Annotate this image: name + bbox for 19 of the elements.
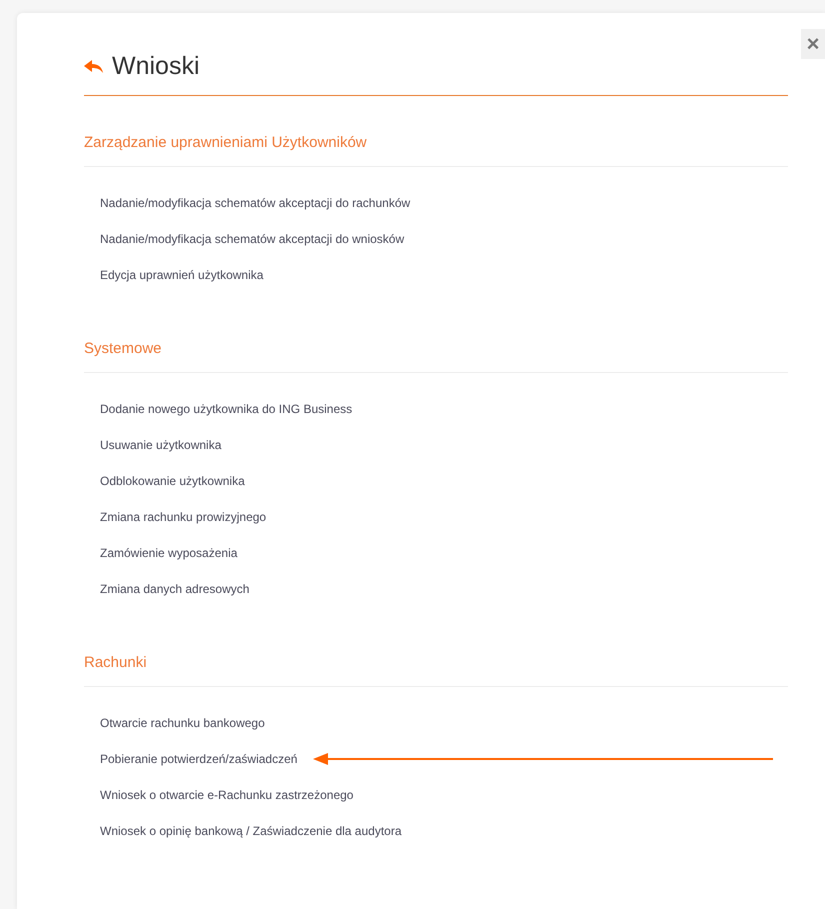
request-link[interactable]: Odblokowanie użytkownika <box>100 472 245 490</box>
section-heading: Systemowe <box>84 339 163 359</box>
request-link[interactable]: Wniosek o opinię bankową / Zaświadczenie dla audytora <box>100 822 402 840</box>
request-link[interactable]: Dodanie nowego użytkownika do ING Business <box>100 400 352 418</box>
request-link[interactable]: Wniosek o otwarcie e-Rachunku zastrzeżonego <box>100 786 354 804</box>
request-link[interactable]: Zmiana rachunku prowizyjnego <box>100 508 266 526</box>
request-link[interactable]: Zmiana danych adresowych <box>100 580 250 598</box>
request-link[interactable]: Zamówienie wyposażenia <box>100 544 238 562</box>
request-link[interactable]: Pobieranie potwierdzeń/zaświadczeń <box>100 750 298 768</box>
section-heading: Zarządzanie uprawnieniami Użytkowników <box>84 133 368 153</box>
request-link[interactable]: Usuwanie użytkownika <box>100 436 222 454</box>
request-link[interactable]: Otwarcie rachunku bankowego <box>100 714 265 732</box>
back-arrow-icon[interactable] <box>84 60 104 74</box>
request-link[interactable]: Nadanie/modyfikacja schematów akceptacji do rachunków <box>100 194 410 212</box>
close-button[interactable]: × <box>801 29 825 59</box>
request-link[interactable]: Edycja uprawnień użytkownika <box>100 266 264 284</box>
dialog-title: Wnioski <box>112 51 200 82</box>
request-link[interactable]: Nadanie/modyfikacja schematów akceptacji do wniosków <box>100 230 404 248</box>
section-heading: Rachunki <box>84 653 148 673</box>
